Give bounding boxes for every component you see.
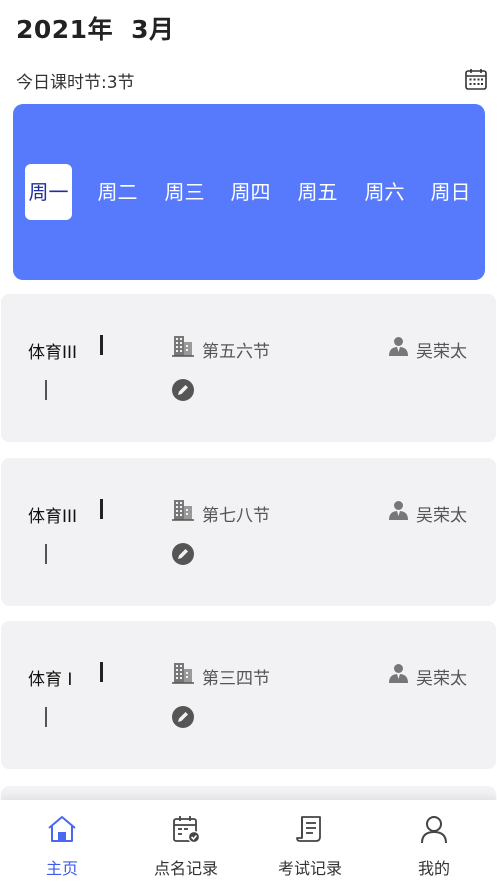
divider-bar: [45, 380, 47, 400]
tab-label: 考试记录: [277, 859, 342, 878]
teacher-icon: [389, 664, 408, 683]
year-label: 2021年: [16, 15, 114, 44]
building-icon: [172, 663, 194, 684]
tab-exams[interactable]: 考试记录: [248, 800, 372, 883]
divider-bar: [45, 544, 47, 564]
month-header: 2021年 3月: [16, 10, 175, 44]
course-name: 体育III: [28, 343, 78, 363]
calendar-icon: [465, 69, 487, 90]
course-section: 第五六节: [202, 342, 270, 362]
calendar-check-icon: [173, 816, 201, 844]
user-icon: [421, 816, 447, 844]
day-tab-wed[interactable]: 周三: [161, 164, 208, 220]
divider-bar: [100, 499, 103, 519]
tab-label: 我的: [417, 859, 450, 878]
day-tab-sun[interactable]: 周日: [427, 164, 474, 220]
teacher-name: 吴荣太: [416, 342, 467, 362]
teacher-icon: [389, 501, 408, 520]
tab-label: 点名记录: [153, 859, 218, 878]
tab-attendance[interactable]: 点名记录: [124, 800, 248, 883]
building-icon: [172, 500, 194, 521]
course-card[interactable]: 体育III 第七八节 吴荣太: [1, 458, 496, 606]
month-label: 3月: [131, 15, 175, 44]
course-card[interactable]: 体育 I 第三四节 吴荣太: [1, 621, 496, 769]
day-tab-tue[interactable]: 周二: [94, 164, 141, 220]
home-icon: [48, 816, 76, 842]
week-selector: 周一 周二 周三 周四 周五 周六 周日: [13, 104, 485, 280]
tab-profile[interactable]: 我的: [372, 800, 496, 883]
calendar-button[interactable]: [464, 67, 488, 91]
tab-home[interactable]: 主页: [0, 800, 124, 883]
edit-icon[interactable]: [172, 379, 194, 401]
divider-bar: [100, 662, 103, 682]
edit-icon[interactable]: [172, 543, 194, 565]
edit-icon[interactable]: [172, 706, 194, 728]
today-lessons-count: 今日课时节:3节: [16, 73, 135, 93]
teacher-name: 吴荣太: [416, 506, 467, 526]
document-icon: [296, 816, 321, 842]
day-tab-fri[interactable]: 周五: [294, 164, 341, 220]
day-tab-mon[interactable]: 周一: [25, 164, 72, 220]
day-tab-thu[interactable]: 周四: [227, 164, 274, 220]
divider-bar: [45, 707, 47, 727]
teacher-name: 吴荣太: [416, 669, 467, 689]
course-card[interactable]: 体育III 第五六节 吴荣太: [1, 294, 496, 442]
building-icon: [172, 336, 194, 357]
course-section: 第三四节: [202, 669, 270, 689]
course-name: 体育III: [28, 507, 78, 527]
day-tab-sat[interactable]: 周六: [361, 164, 408, 220]
divider-bar: [100, 335, 103, 355]
bottom-tab-bar: 主页 点名记录 考试记录 我的: [0, 800, 497, 883]
teacher-icon: [389, 337, 408, 356]
tab-label: 主页: [45, 859, 78, 878]
course-section: 第七八节: [202, 506, 270, 526]
course-name: 体育 I: [28, 670, 73, 690]
